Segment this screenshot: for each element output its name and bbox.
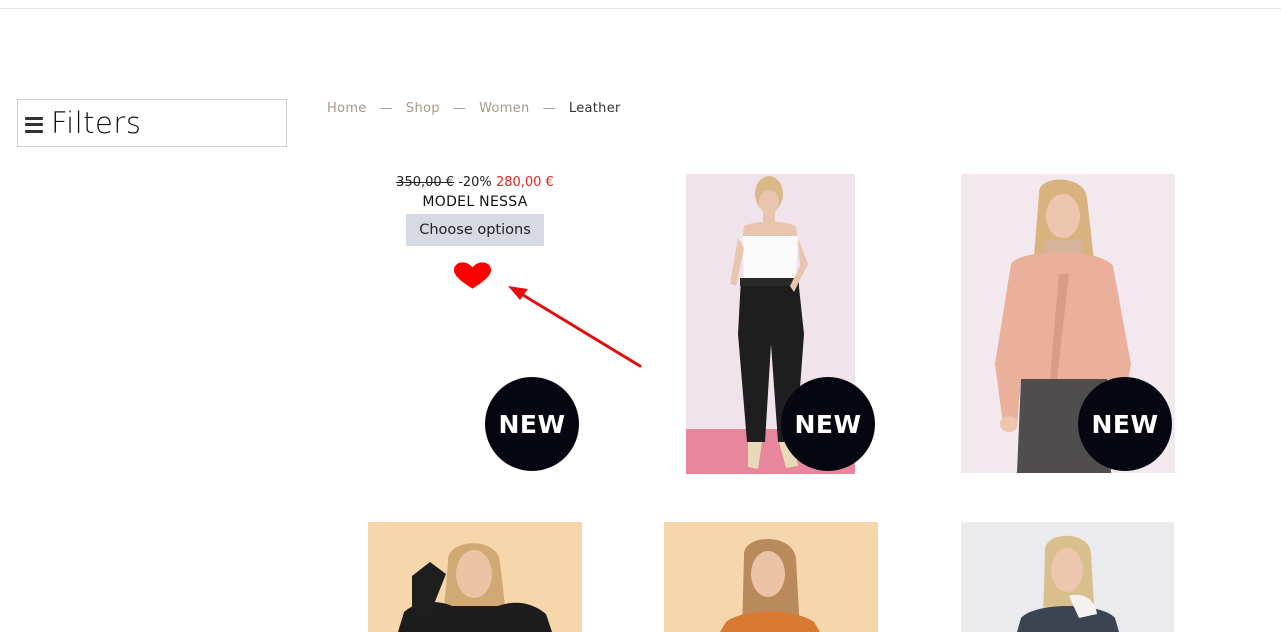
filters-toggle-button[interactable]: Filters [17, 99, 287, 147]
product-name[interactable]: MODEL NESSA [368, 194, 582, 210]
product-hover-info: 350,00 € -20% 280,00 € MODEL NESSA Choos… [368, 174, 582, 246]
breadcrumb-women-link[interactable]: Women [479, 101, 529, 116]
old-price: 350,00 € [396, 175, 455, 190]
breadcrumb: Home — Shop — Women — Leather [327, 101, 621, 116]
header-divider [0, 8, 1281, 9]
product-price: 350,00 € -20% 280,00 € [368, 174, 582, 191]
breadcrumb-shop-link[interactable]: Shop [406, 101, 440, 116]
breadcrumb-home-link[interactable]: Home [327, 101, 367, 116]
hamburger-menu-icon [25, 116, 43, 133]
product-card-orange-jacket[interactable] [664, 522, 878, 632]
product-image [368, 522, 582, 632]
new-badge: NEW [485, 377, 579, 471]
product-card-shearling-coat[interactable] [961, 522, 1174, 632]
product-image [961, 522, 1174, 632]
new-badge: NEW [1078, 377, 1172, 471]
breadcrumb-separator: — [452, 101, 467, 116]
breadcrumb-separator: — [542, 101, 556, 116]
breadcrumb-current: Leather [568, 101, 621, 116]
new-badge: NEW [781, 377, 875, 471]
filters-label: Filters [51, 106, 142, 140]
product-image [664, 522, 878, 632]
sale-price: 280,00 € [495, 175, 554, 190]
discount-percent: -20% [458, 175, 492, 190]
breadcrumb-separator: — [379, 101, 393, 116]
wishlist-heart-icon[interactable] [453, 262, 492, 290]
choose-options-button[interactable]: Choose options [406, 214, 544, 246]
product-card-black-jacket[interactable] [368, 522, 582, 632]
